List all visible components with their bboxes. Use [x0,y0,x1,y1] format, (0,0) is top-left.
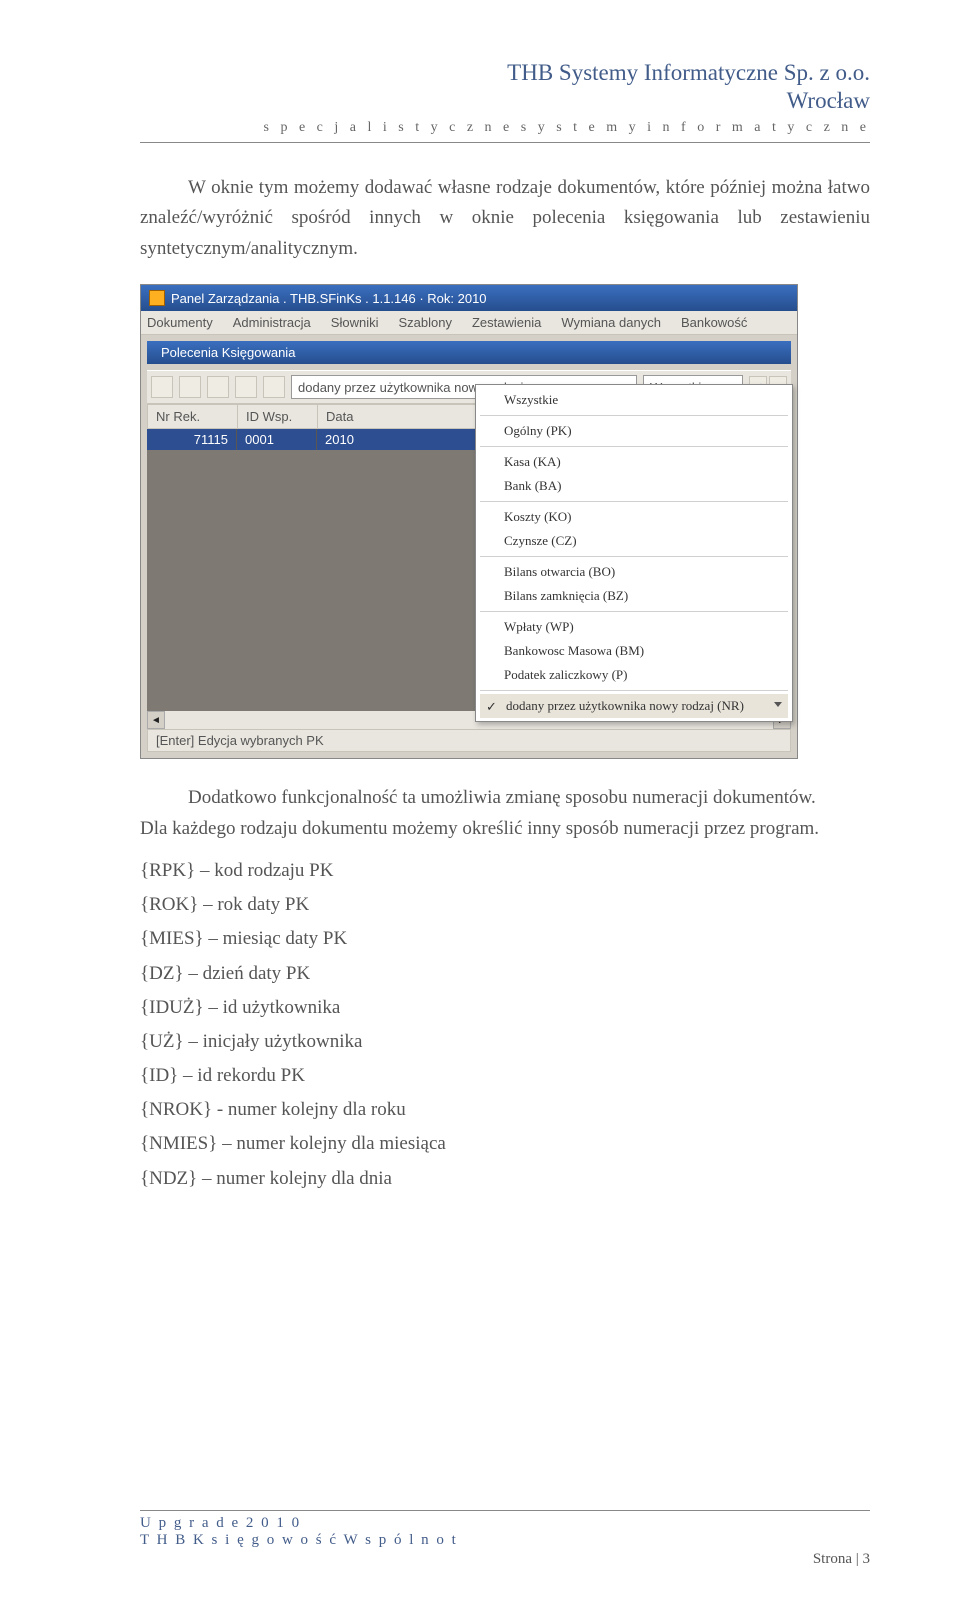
page-number: Strona | 3 [140,1551,870,1568]
menu-wymiana[interactable]: Wymiana danych [561,315,661,330]
export-icon[interactable] [263,376,285,398]
dd-item-kasa[interactable]: Kasa (KA) [478,450,790,474]
status-text: [Enter] Edycja wybranych PK [156,733,324,748]
menubar: Dokumenty Administracja Słowniki Szablon… [141,311,797,335]
print-icon[interactable] [207,376,229,398]
list-item: {NROK} - numer kolejny dla roku [140,1093,870,1127]
dropdown-separator [480,611,788,612]
list-item: {DZ} – dzień daty PK [140,957,870,991]
list-item: {RPK} – kod rodzaju PK [140,854,870,888]
rodzaj-dropdown[interactable]: Wszystkie Ogólny (PK) Kasa (KA) Bank (BA… [475,384,793,722]
open-icon[interactable] [179,376,201,398]
dropdown-separator [480,690,788,691]
dropdown-separator [480,446,788,447]
dd-item-czynsze[interactable]: Czynsze (CZ) [478,529,790,553]
footer-line2: T H B K s i ę g o w o ś ć W s p ó l n o … [140,1532,870,1549]
dd-item-bm[interactable]: Bankowosc Masowa (BM) [478,639,790,663]
status-bar: [Enter] Edycja wybranych PK [147,729,791,752]
code-list: {RPK} – kod rodzaju PK {ROK} – rok daty … [140,854,870,1196]
menu-bankowosc[interactable]: Bankowość [681,315,747,330]
dd-item-p[interactable]: Podatek zaliczkowy (P) [478,663,790,687]
list-item: {MIES} – miesiąc daty PK [140,922,870,956]
window-titlebar[interactable]: Panel Zarządzania . THB.SFinKs . 1.1.146… [141,285,797,311]
cell-idwsp: 0001 [237,429,317,450]
list-item: {ROK} – rok daty PK [140,888,870,922]
window-title: Panel Zarządzania . THB.SFinKs . 1.1.146… [171,291,487,306]
dd-item-selected-label: dodany przez użytkownika nowy rodzaj (NR… [506,698,744,714]
list-item: {IDUŻ} – id użytkownika [140,991,870,1025]
after-para2: Dla każdego rodzaju dokumentu możemy okr… [140,814,870,844]
menu-administracja[interactable]: Administracja [233,315,311,330]
dropdown-separator [480,556,788,557]
dd-item-selected[interactable]: dodany przez użytkownika nowy rodzaj (NR… [478,694,790,718]
app-icon [149,290,165,306]
menu-slowniki[interactable]: Słowniki [331,315,379,330]
after-para: Dodatkowo funkcjonalność ta umożliwia zm… [140,783,870,813]
footer-rule [140,1510,870,1511]
header-rule [140,142,870,143]
list-item: {NDZ} – numer kolejny dla dnia [140,1162,870,1196]
list-item: {UŻ} – inicjały użytkownika [140,1025,870,1059]
panel-title: Polecenia Księgowania [161,345,295,360]
dd-item-ogolny[interactable]: Ogólny (PK) [478,419,790,443]
dd-item-bz[interactable]: Bilans zamknięcia (BZ) [478,584,790,608]
header-tagline: s p e c j a l i s t y c z n e s y s t e … [140,120,870,136]
list-item: {NMIES} – numer kolejny dla miesiąca [140,1127,870,1161]
list-item: {ID} – id rekordu PK [140,1059,870,1093]
company-city: Wrocław [140,88,870,114]
dd-item-bo[interactable]: Bilans otwarcia (BO) [478,560,790,584]
dropdown-separator [480,501,788,502]
doc-icon[interactable] [235,376,257,398]
scroll-left-icon[interactable]: ◄ [147,711,165,729]
menu-szablony[interactable]: Szablony [398,315,451,330]
dd-item-wszystkie[interactable]: Wszystkie [478,388,790,412]
cell-nrrek: 71115 [147,429,237,450]
dd-item-bank[interactable]: Bank (BA) [478,474,790,498]
dropdown-separator [480,415,788,416]
dd-item-wp[interactable]: Wpłaty (WP) [478,615,790,639]
intro-paragraph: W oknie tym możemy dodawać własne rodzaj… [140,173,870,264]
menu-dokumenty[interactable]: Dokumenty [147,315,213,330]
footer-line1: U p g r a d e 2 0 1 0 [140,1515,870,1532]
new-icon[interactable] [151,376,173,398]
dd-item-koszty[interactable]: Koszty (KO) [478,505,790,529]
col-idwsp[interactable]: ID Wsp. [238,405,318,428]
panel-titlebar: Polecenia Księgowania [147,341,791,364]
menu-zestawienia[interactable]: Zestawienia [472,315,541,330]
company-name: THB Systemy Informatyczne Sp. z o.o. [140,60,870,86]
check-icon [486,699,500,713]
col-nrrek[interactable]: Nr Rek. [148,405,238,428]
